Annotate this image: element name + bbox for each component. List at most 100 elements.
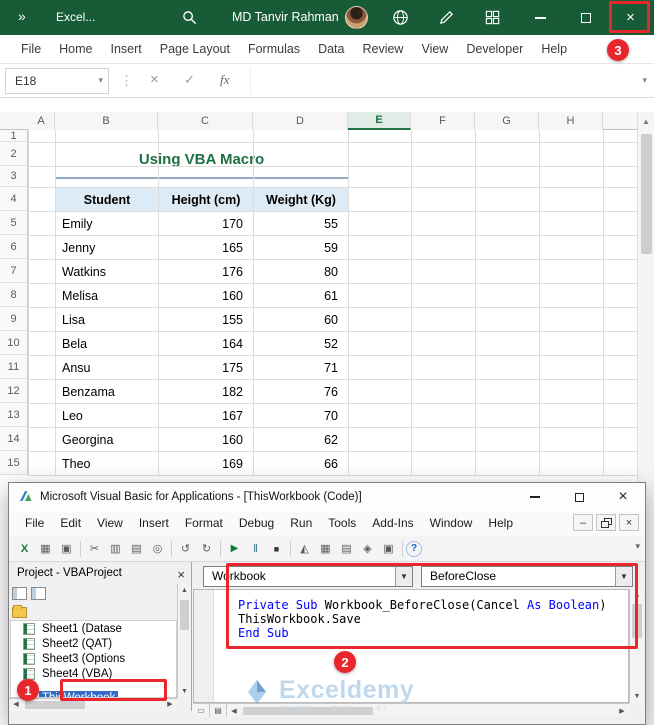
scroll-thumb[interactable] <box>180 600 189 630</box>
row-header-8[interactable]: 8 <box>0 283 28 307</box>
quick-access-overflow-icon[interactable]: » <box>18 8 26 24</box>
table-cell[interactable]: 71 <box>253 355 349 380</box>
project-explorer-icon[interactable]: ▦ <box>315 539 336 558</box>
table-cell[interactable]: Jenny <box>55 235 159 260</box>
row-header-4[interactable]: 4 <box>0 187 28 211</box>
tree-item-sheet1-datase[interactable]: Sheet1 (Datase <box>11 621 176 636</box>
vba-menu-window[interactable]: Window <box>422 511 481 536</box>
menu-data[interactable]: Data <box>309 35 353 64</box>
scroll-up-icon[interactable]: ▲ <box>638 112 654 129</box>
table-cell[interactable]: Georgina <box>55 427 159 452</box>
name-box[interactable]: E18 ▾ <box>5 68 109 94</box>
save-icon[interactable]: ▣ <box>56 539 77 558</box>
table-cell[interactable]: Bela <box>55 331 159 356</box>
scroll-right-icon[interactable]: ▶ <box>615 707 629 715</box>
view-object-icon[interactable] <box>31 586 46 600</box>
run-icon[interactable]: ▶ <box>224 539 245 558</box>
vba-menu-tools[interactable]: Tools <box>320 511 364 536</box>
table-cell[interactable]: 52 <box>253 331 349 356</box>
grid-icon[interactable] <box>484 9 502 27</box>
row-header-12[interactable]: 12 <box>0 379 28 403</box>
insert-userform-icon[interactable]: ▦ <box>35 539 56 558</box>
reset-icon[interactable]: ■ <box>266 539 287 558</box>
find-icon[interactable]: ◎ <box>147 539 168 558</box>
scroll-thumb[interactable] <box>641 134 652 254</box>
tree-item-sheet3-options[interactable]: Sheet3 (Options <box>11 651 176 666</box>
pen-icon[interactable] <box>438 9 456 27</box>
row-header-11[interactable]: 11 <box>0 355 28 379</box>
vba-menu-format[interactable]: Format <box>177 511 231 536</box>
column-header-h[interactable]: H <box>539 112 603 130</box>
vba-titlebar[interactable]: Microsoft Visual Basic for Applications … <box>9 483 645 511</box>
menu-page-layout[interactable]: Page Layout <box>151 35 239 64</box>
table-cell[interactable]: 76 <box>253 379 349 404</box>
row-header-2[interactable]: 2 <box>0 142 28 166</box>
cancel-icon[interactable]: × <box>150 71 159 88</box>
cut-icon[interactable]: ✂ <box>84 539 105 558</box>
globe-icon[interactable] <box>392 9 410 27</box>
table-cell[interactable]: 55 <box>253 211 349 236</box>
vba-menu-view[interactable]: View <box>89 511 131 536</box>
menu-review[interactable]: Review <box>353 35 412 64</box>
table-cell[interactable]: 160 <box>158 427 254 452</box>
project-panel-close-icon[interactable]: × <box>177 564 185 586</box>
table-cell[interactable]: 62 <box>253 427 349 452</box>
mdi-minimize-button[interactable]: – <box>573 514 593 531</box>
vba-menu-edit[interactable]: Edit <box>52 511 89 536</box>
toolbar-overflow-icon[interactable]: ▾ <box>635 541 640 552</box>
search-icon[interactable] <box>182 10 198 26</box>
sheet-title[interactable]: Using VBA Macro <box>55 142 348 179</box>
row-header-9[interactable]: 9 <box>0 307 28 331</box>
design-mode-icon[interactable]: ◭ <box>294 539 315 558</box>
row-header-15[interactable]: 15 <box>0 451 28 475</box>
object-browser-icon[interactable]: ◈ <box>357 539 378 558</box>
row-header-3[interactable]: 3 <box>0 166 28 187</box>
column-header-b[interactable]: B <box>55 112 158 130</box>
project-vertical-scrollbar[interactable]: ▲ ▼ <box>177 584 191 698</box>
project-panel-header[interactable]: Project - VBAProject × <box>9 562 191 584</box>
menu-insert[interactable]: Insert <box>102 35 151 64</box>
menu-file[interactable]: File <box>12 35 50 64</box>
menu-help[interactable]: Help <box>532 35 576 64</box>
user-name[interactable]: MD Tanvir Rahman <box>232 10 339 24</box>
row-header-10[interactable]: 10 <box>0 331 28 355</box>
menu-view[interactable]: View <box>412 35 457 64</box>
table-cell[interactable]: 169 <box>158 451 254 476</box>
insert-function-icon[interactable]: fx <box>220 72 229 88</box>
table-cell[interactable]: 160 <box>158 283 254 308</box>
table-cell[interactable]: 61 <box>253 283 349 308</box>
view-excel-icon[interactable]: X <box>14 539 35 558</box>
undo-icon[interactable]: ↺ <box>175 539 196 558</box>
procedure-view-button[interactable]: ▭ <box>193 704 210 717</box>
tree-item-sheet2-qat[interactable]: Sheet2 (QAT) <box>11 636 176 651</box>
table-cell[interactable]: Watkins <box>55 259 159 284</box>
menu-formulas[interactable]: Formulas <box>239 35 309 64</box>
vba-menu-run[interactable]: Run <box>282 511 320 536</box>
menu-developer[interactable]: Developer <box>457 35 532 64</box>
table-cell[interactable]: 70 <box>253 403 349 428</box>
table-cell[interactable]: Ansu <box>55 355 159 380</box>
table-cell[interactable]: 176 <box>158 259 254 284</box>
scroll-thumb[interactable] <box>25 701 85 709</box>
vba-menu-help[interactable]: Help <box>480 511 521 536</box>
table-cell[interactable]: Emily <box>55 211 159 236</box>
table-cell[interactable]: Theo <box>55 451 159 476</box>
view-code-icon[interactable] <box>12 586 27 600</box>
row-header-5[interactable]: 5 <box>0 211 28 235</box>
vba-menu-add-ins[interactable]: Add-Ins <box>364 511 421 536</box>
formula-input[interactable] <box>250 68 628 94</box>
vba-menu-file[interactable]: File <box>17 511 52 536</box>
vba-maximize-button[interactable] <box>557 483 601 511</box>
table-cell[interactable]: 170 <box>158 211 254 236</box>
name-box-dropdown-icon[interactable]: ▾ <box>98 75 103 86</box>
column-header-g[interactable]: G <box>475 112 539 130</box>
scroll-left-icon[interactable]: ◀ <box>227 707 241 715</box>
properties-window-icon[interactable]: ▤ <box>336 539 357 558</box>
table-cell[interactable]: 80 <box>253 259 349 284</box>
table-cell[interactable]: 66 <box>253 451 349 476</box>
column-header-f[interactable]: F <box>411 112 475 130</box>
toggle-folders-icon[interactable] <box>12 604 27 618</box>
vba-close-button[interactable]: × <box>601 483 645 511</box>
vba-minimize-button[interactable] <box>513 483 557 511</box>
help-icon[interactable]: ? <box>406 540 422 557</box>
